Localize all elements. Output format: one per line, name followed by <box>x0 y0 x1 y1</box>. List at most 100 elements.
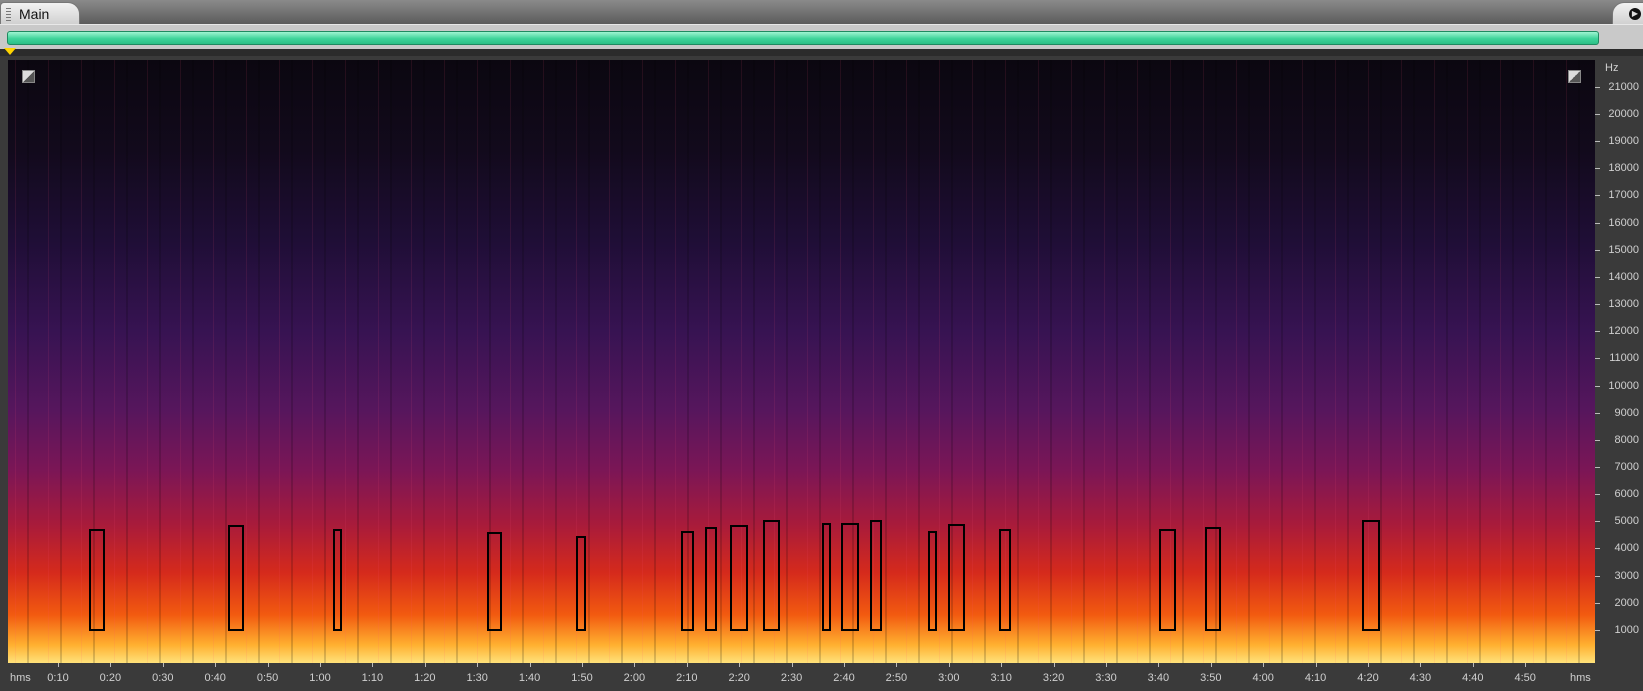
marked-region-box[interactable] <box>947 523 965 631</box>
marked-region-box[interactable] <box>999 529 1011 631</box>
time-tick-label: 1:40 <box>518 672 541 684</box>
time-tick-label: 4:50 <box>1514 672 1536 684</box>
marked-region-box[interactable] <box>729 525 748 631</box>
time-tick-label: 0:50 <box>256 672 279 684</box>
frequency-tick-label: 2000 <box>1614 596 1639 609</box>
time-tick-mark <box>1053 663 1055 667</box>
time-tick-label: 0:10 <box>47 672 69 684</box>
frequency-tick-mark <box>1595 466 1600 468</box>
frequency-tick-label: 9000 <box>1614 406 1639 419</box>
time-tick-mark <box>1525 663 1527 667</box>
time-tick-mark <box>372 663 374 667</box>
marked-region-box[interactable] <box>1204 526 1222 631</box>
frequency-tick-mark <box>1595 276 1600 278</box>
time-tick-mark <box>477 663 479 667</box>
frequency-tick-mark <box>1595 195 1600 197</box>
frequency-tick-mark <box>1595 222 1600 224</box>
time-tick-mark <box>948 663 950 667</box>
time-tick-label: 4:20 <box>1357 672 1379 684</box>
time-tick-label: 4:00 <box>1252 672 1274 684</box>
playback-cursor-icon[interactable] <box>4 48 16 55</box>
grip-icon[interactable] <box>6 8 11 21</box>
time-unit-label-left: hms <box>10 672 31 684</box>
marked-region-box[interactable] <box>840 522 859 631</box>
frequency-tick-label: 18000 <box>1608 162 1639 175</box>
time-tick-mark <box>529 663 531 667</box>
time-tick-mark <box>739 663 741 667</box>
frequency-tick-mark <box>1595 358 1600 360</box>
time-tick-mark <box>320 663 321 667</box>
time-tick-mark <box>1001 663 1003 667</box>
marked-region-box[interactable] <box>821 522 832 631</box>
marked-region-box[interactable] <box>704 526 718 631</box>
time-tick-label: 1:20 <box>414 672 436 684</box>
frequency-tick-label: 8000 <box>1614 433 1639 446</box>
frequency-tick-mark <box>1595 304 1600 306</box>
frequency-tick-mark <box>1595 575 1600 577</box>
time-unit-label-right: hms <box>1570 672 1591 684</box>
frequency-tick-mark <box>1595 521 1600 523</box>
marked-region-box[interactable] <box>1361 519 1380 631</box>
frequency-tick-mark <box>1595 249 1600 251</box>
zoom-corner-icon[interactable] <box>22 70 35 83</box>
frequency-tick-mark <box>1595 141 1600 143</box>
marked-region-box[interactable] <box>680 530 695 631</box>
frequency-tick-mark <box>1595 168 1600 170</box>
time-tick-label: 0:20 <box>99 672 122 684</box>
time-tick-label: 2:00 <box>623 672 646 684</box>
time-tick-label: 4:30 <box>1409 672 1432 684</box>
frequency-tick-label: 17000 <box>1608 189 1639 202</box>
time-tick-mark <box>896 663 898 667</box>
time-tick-label: 2:30 <box>780 672 803 684</box>
time-tick-mark <box>634 663 636 667</box>
time-tick-label: 4:10 <box>1304 672 1327 684</box>
marked-region-box[interactable] <box>1159 529 1177 631</box>
time-tick-label: 3:50 <box>1200 672 1222 684</box>
time-tick-label: 1:00 <box>309 672 331 684</box>
tab-menu-button[interactable]: ▶ <box>1612 2 1643 26</box>
time-tick-mark <box>1368 663 1369 667</box>
marked-region-box[interactable] <box>486 532 503 631</box>
spectrogram-display[interactable] <box>8 60 1595 663</box>
marked-region-box[interactable] <box>870 519 882 631</box>
frequency-tick-mark <box>1595 331 1600 333</box>
time-tick-mark <box>844 663 845 667</box>
marked-region-box[interactable] <box>575 536 587 631</box>
zoom-corner-icon[interactable] <box>1568 70 1581 83</box>
frequency-tick-label: 1000 <box>1614 623 1639 636</box>
time-tick-mark <box>1315 663 1317 667</box>
marked-region-box[interactable] <box>763 519 781 631</box>
overview-panel <box>0 24 1643 49</box>
frequency-tick-mark <box>1595 114 1600 115</box>
marked-region-box[interactable] <box>89 529 106 631</box>
overview-scroll-bar[interactable] <box>7 31 1599 45</box>
time-tick-mark <box>267 663 269 667</box>
tab-main-label: Main <box>19 6 50 22</box>
frequency-tick-label: 10000 <box>1608 379 1639 392</box>
frequency-tick-label: 4000 <box>1614 542 1639 555</box>
frequency-unit-label: Hz <box>1605 62 1619 74</box>
time-tick-mark <box>1210 663 1212 667</box>
tab-menu-arrow-icon[interactable]: ▶ <box>1629 8 1641 20</box>
marked-region-box[interactable] <box>333 529 342 631</box>
frequency-tick-mark <box>1595 412 1600 414</box>
time-tick-label: 1:10 <box>361 672 384 684</box>
time-tick-label: 3:00 <box>938 672 960 684</box>
frequency-tick-label: 12000 <box>1608 325 1639 338</box>
time-tick-label: 2:40 <box>833 672 855 684</box>
tab-main[interactable]: Main <box>0 2 80 25</box>
frequency-axis: Hz 21000 20000 19000 18000 17000 16000 15000 14… <box>1595 60 1643 663</box>
marked-region-box[interactable] <box>227 525 244 631</box>
frequency-tick-mark <box>1595 494 1600 496</box>
time-tick-label: 4:40 <box>1462 672 1484 684</box>
time-tick-mark <box>1420 663 1422 667</box>
marked-region-box[interactable] <box>927 530 938 631</box>
frequency-tick-label: 13000 <box>1608 298 1639 311</box>
time-tick-label: 2:10 <box>676 672 698 684</box>
frequency-tick-label: 11000 <box>1609 352 1639 365</box>
frequency-tick-label: 16000 <box>1608 216 1639 229</box>
spectrogram-texture <box>8 60 1595 663</box>
time-tick-mark <box>1158 663 1160 667</box>
frequency-tick-mark <box>1595 86 1600 88</box>
tab-bar: Main ▶ <box>0 0 1643 26</box>
